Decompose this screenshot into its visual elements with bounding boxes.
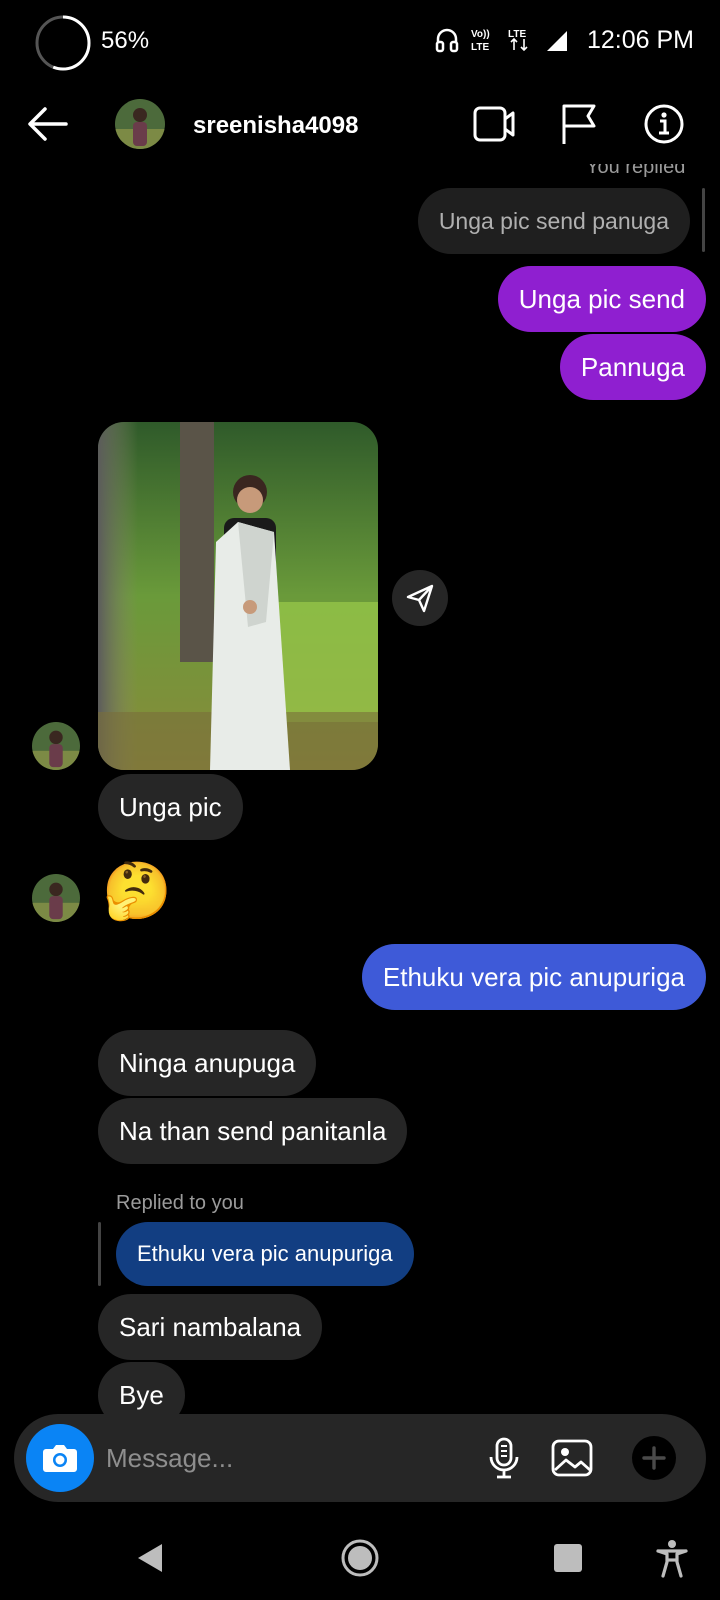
sent-message[interactable]: Unga pic send	[497, 266, 706, 332]
svg-text:Vo)): Vo))	[471, 29, 490, 40]
received-message[interactable]: Sari nambalana	[98, 1294, 323, 1360]
received-photo[interactable]	[98, 422, 378, 770]
camera-button[interactable]	[26, 1424, 94, 1492]
share-button[interactable]	[392, 570, 448, 626]
plus-icon	[642, 1446, 666, 1470]
received-message[interactable]: Bye	[98, 1362, 185, 1416]
camera-icon	[43, 1445, 77, 1472]
gallery-icon[interactable]	[550, 1436, 594, 1480]
info-icon[interactable]	[642, 102, 686, 146]
message-composer	[14, 1414, 706, 1502]
recents-square-icon[interactable]	[546, 1536, 590, 1580]
accessibility-icon[interactable]	[650, 1536, 694, 1580]
avatar[interactable]	[32, 722, 80, 770]
video-call-icon[interactable]	[472, 102, 516, 146]
lte-signal-icon: LTE	[508, 29, 528, 52]
message-thread[interactable]: You replied Unga pic send panuga Unga pi…	[0, 164, 720, 1416]
received-message[interactable]: Unga pic	[98, 774, 243, 840]
signal-icon	[546, 31, 567, 51]
send-icon	[406, 584, 434, 613]
status-bar: 56% Vo)) LTE LTE 12:06 PM	[0, 0, 720, 80]
back-triangle-icon[interactable]	[128, 1536, 172, 1580]
message-input[interactable]	[106, 1436, 466, 1480]
received-message[interactable]: Ninga anupuga	[98, 1030, 317, 1096]
headphones-icon	[435, 28, 459, 53]
avatar[interactable]	[32, 874, 80, 922]
quoted-message[interactable]: Ethuku vera pic anupuriga	[116, 1222, 414, 1286]
avatar[interactable]	[115, 99, 165, 149]
svg-text:LTE: LTE	[508, 29, 526, 40]
battery-percentage: 56%	[101, 27, 150, 54]
quoted-message[interactable]: Unga pic send panuga	[417, 188, 690, 254]
replied-to-you-label: Replied to you	[116, 1192, 244, 1214]
clock: 12:06 PM	[586, 25, 694, 54]
sent-message[interactable]: Pannuga	[559, 334, 706, 400]
you-replied-label: You replied	[586, 164, 686, 178]
home-circle-icon[interactable]	[338, 1536, 382, 1580]
battery-ring-icon	[35, 15, 91, 71]
svg-text:LTE: LTE	[471, 42, 489, 53]
volte-icon: Vo)) LTE	[471, 29, 490, 53]
reply-indicator-line	[98, 1222, 101, 1286]
flag-icon[interactable]	[558, 102, 602, 146]
chat-header: sreenisha4098	[0, 88, 720, 164]
status-icons: Vo)) LTE LTE 12:06 PM	[435, 22, 694, 58]
thinking-emoji[interactable]: 🤔	[102, 856, 172, 926]
system-nav-bar	[0, 1516, 720, 1600]
microphone-icon[interactable]	[482, 1436, 526, 1480]
sent-message[interactable]: Ethuku vera pic anupuriga	[361, 944, 706, 1010]
received-message[interactable]: Na than send panitanla	[98, 1098, 408, 1164]
arrow-left-icon[interactable]	[26, 104, 70, 144]
reply-indicator-line	[702, 188, 705, 252]
chat-username[interactable]: sreenisha4098	[193, 112, 358, 140]
plus-button[interactable]	[632, 1436, 676, 1480]
